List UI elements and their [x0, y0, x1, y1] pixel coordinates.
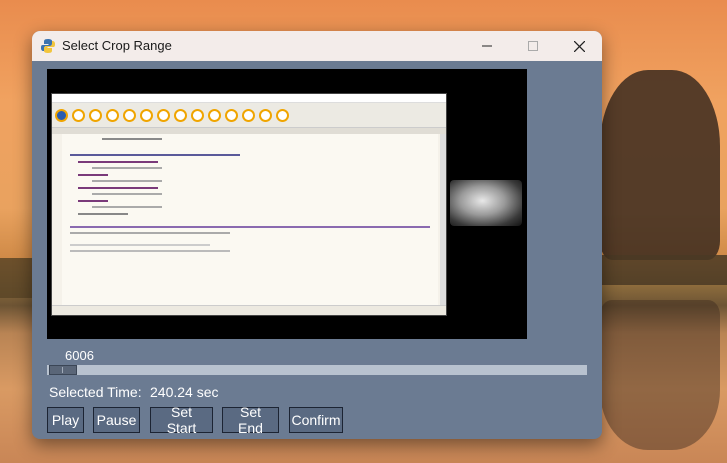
camera-thumbnail — [450, 180, 522, 226]
frame-number: 6006 — [65, 348, 94, 363]
pause-button[interactable]: Pause — [93, 407, 140, 433]
background-shore — [590, 255, 727, 285]
title-bar[interactable]: Select Crop Range — [32, 31, 602, 61]
python-icon — [41, 39, 55, 53]
background-tree-reflection — [600, 300, 720, 450]
timeline-slider[interactable] — [47, 365, 587, 375]
close-icon — [573, 40, 585, 52]
background-shore-left — [0, 258, 32, 298]
confirm-button[interactable]: Confirm — [289, 407, 343, 433]
video-preview — [47, 69, 527, 339]
set-start-button[interactable]: Set Start — [150, 404, 213, 436]
selected-time-value: 240.24 sec — [150, 384, 219, 400]
set-end-button[interactable]: Set End — [222, 404, 279, 436]
minimize-button[interactable] — [464, 31, 510, 61]
crop-range-window: Select Crop Range 6006 Selected Time: 24… — [32, 31, 602, 439]
maximize-button[interactable] — [510, 31, 556, 61]
background-tree — [600, 70, 720, 260]
timeline-slider-handle[interactable] — [49, 365, 77, 375]
play-button[interactable]: Play — [47, 407, 84, 433]
preview-frame-screenshot — [51, 93, 447, 316]
maximize-icon — [528, 41, 538, 51]
selected-time-label: Selected Time: — [49, 384, 142, 400]
close-button[interactable] — [556, 31, 602, 61]
minimize-icon — [482, 45, 492, 47]
window-title: Select Crop Range — [62, 38, 172, 53]
